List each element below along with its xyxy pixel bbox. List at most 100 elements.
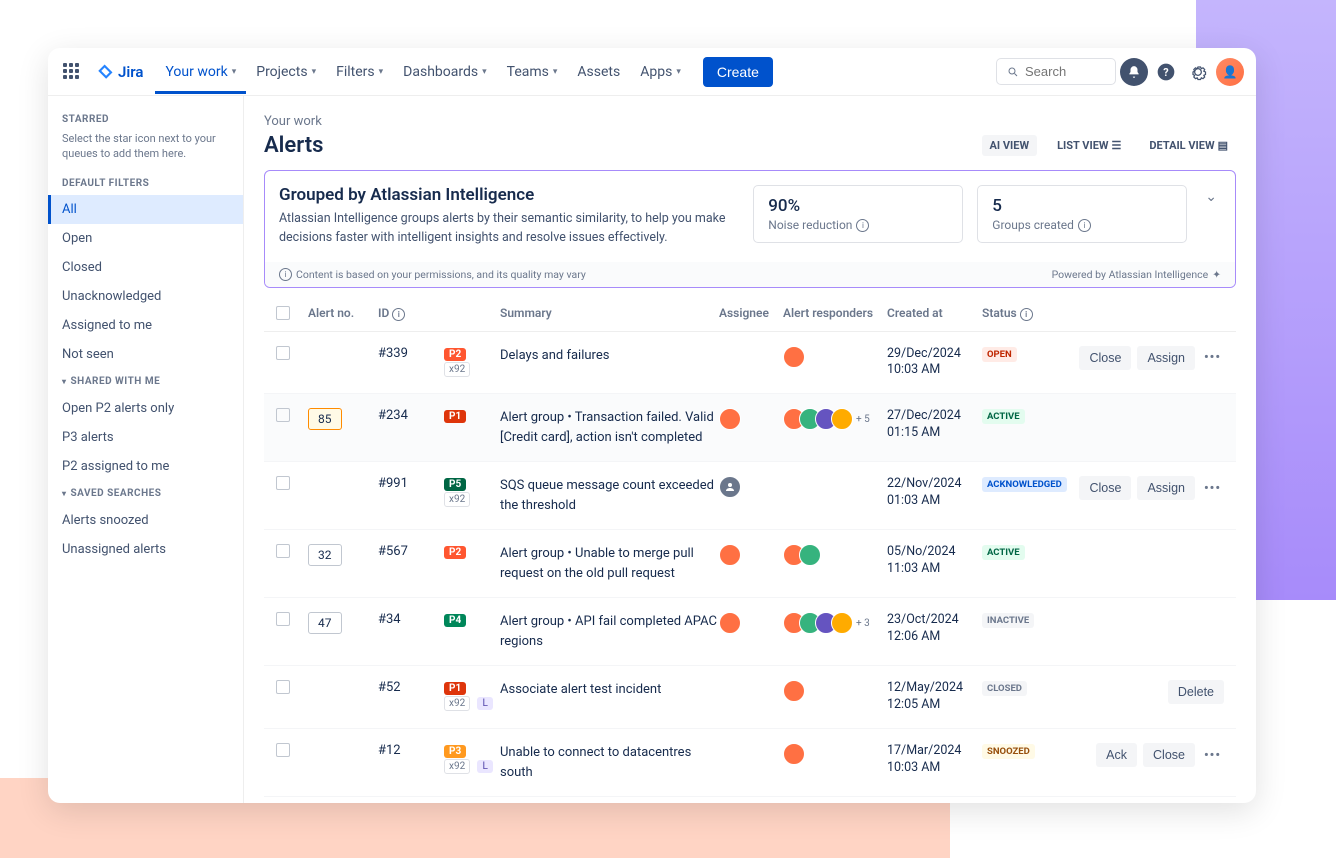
- ai-view-tab[interactable]: AI VIEW: [982, 135, 1038, 156]
- sidebar-item-unassigned-alerts[interactable]: Unassigned alerts: [48, 535, 243, 564]
- sidebar-item-closed[interactable]: Closed: [48, 253, 243, 282]
- col-id[interactable]: ID i: [378, 306, 444, 321]
- alert-summary[interactable]: SQS queue message count exceeded the thr…: [500, 476, 719, 515]
- shared-with-me-toggle[interactable]: ▾SHARED WITH ME: [48, 369, 243, 394]
- col-alert-no[interactable]: Alert no.: [308, 306, 378, 321]
- col-created[interactable]: Created at: [887, 306, 982, 321]
- sidebar-item-p2-assigned-to-me[interactable]: P2 assigned to me: [48, 452, 243, 481]
- nav-assets[interactable]: Assets: [567, 50, 630, 94]
- created-at: 05/No/202411:03 AM: [887, 544, 982, 578]
- responder-avatar[interactable]: [783, 346, 805, 368]
- responder-avatar[interactable]: [783, 680, 805, 702]
- select-all-checkbox[interactable]: [276, 306, 290, 320]
- sidebar-item-open-p2-alerts-only[interactable]: Open P2 alerts only: [48, 394, 243, 423]
- alert-summary[interactable]: Alert group • API fail completed APAC re…: [500, 612, 719, 651]
- user-avatar[interactable]: 👤: [1216, 58, 1244, 86]
- settings-icon[interactable]: [1184, 58, 1212, 86]
- more-actions-icon[interactable]: •••: [1201, 478, 1224, 499]
- table-row[interactable]: 47 #34 P4 Alert group • API fail complet…: [264, 598, 1236, 666]
- alert-summary[interactable]: Delays and failures: [500, 346, 719, 366]
- nav-projects[interactable]: Projects▾: [246, 50, 326, 94]
- alert-summary[interactable]: Unable to connect to datacentres south: [500, 743, 719, 782]
- jira-logo[interactable]: Jira: [96, 63, 143, 81]
- responder-avatar[interactable]: [831, 408, 853, 430]
- alert-count: 85: [308, 408, 342, 430]
- close-button[interactable]: Close: [1079, 476, 1131, 500]
- row-checkbox[interactable]: [276, 743, 290, 757]
- assign-button[interactable]: Assign: [1137, 346, 1195, 370]
- unassigned-icon[interactable]: [719, 476, 741, 498]
- sidebar-item-not-seen[interactable]: Not seen: [48, 340, 243, 369]
- delete-button[interactable]: Delete: [1168, 680, 1224, 704]
- col-responders[interactable]: Alert responders: [783, 306, 887, 321]
- table-row[interactable]: 32 #567 P2 Alert group • Unable to merge…: [264, 530, 1236, 598]
- status-badge: ACKNOWLEDGED: [982, 477, 1067, 492]
- sidebar-item-all[interactable]: All: [48, 195, 243, 224]
- row-checkbox[interactable]: [276, 346, 290, 360]
- detail-view-tab[interactable]: DETAIL VIEW ▤: [1141, 135, 1236, 156]
- list-view-tab[interactable]: LIST VIEW ☰: [1049, 135, 1129, 156]
- row-checkbox[interactable]: [276, 680, 290, 694]
- assign-button[interactable]: Assign: [1137, 476, 1195, 500]
- sidebar-item-unacknowledged[interactable]: Unacknowledged: [48, 282, 243, 311]
- responder-avatar[interactable]: [783, 743, 805, 765]
- nav-filters[interactable]: Filters▾: [326, 50, 393, 94]
- assignee-avatar[interactable]: [719, 544, 741, 566]
- row-checkbox[interactable]: [276, 544, 290, 558]
- nav-dashboards[interactable]: Dashboards▾: [393, 50, 496, 94]
- l-badge: L: [477, 697, 492, 710]
- app-switcher-icon[interactable]: [60, 60, 84, 84]
- alert-summary[interactable]: Alert group • Transaction failed. Valid …: [500, 408, 719, 447]
- row-checkbox[interactable]: [276, 408, 290, 422]
- create-button[interactable]: Create: [703, 57, 773, 87]
- sidebar-item-assigned-to-me[interactable]: Assigned to me: [48, 311, 243, 340]
- info-icon[interactable]: i: [392, 308, 405, 321]
- search-box[interactable]: [996, 58, 1116, 85]
- close-button[interactable]: Close: [1143, 743, 1195, 767]
- more-actions-icon[interactable]: •••: [1201, 745, 1224, 766]
- help-icon[interactable]: ?: [1152, 58, 1180, 86]
- table-row[interactable]: 85 #234 P1 Alert group • Transaction fai…: [264, 394, 1236, 462]
- alert-id: #12: [378, 743, 444, 758]
- table-row[interactable]: #339 P2 x92 Delays and failures 29/Dec/2…: [264, 332, 1236, 395]
- col-status[interactable]: Status i: [982, 306, 1074, 321]
- info-icon[interactable]: i: [856, 219, 869, 232]
- table-header: Alert no. ID i Summary Assignee Alert re…: [264, 296, 1236, 332]
- info-icon[interactable]: i: [1020, 308, 1033, 321]
- sidebar-item-open[interactable]: Open: [48, 224, 243, 253]
- ack-button[interactable]: Ack: [1096, 743, 1137, 767]
- nav-teams[interactable]: Teams▾: [497, 50, 568, 94]
- assignee-avatar[interactable]: [719, 612, 741, 634]
- table-row[interactable]: #52 P1 x92 L Associate alert test incide…: [264, 666, 1236, 729]
- breadcrumb[interactable]: Your work: [264, 114, 1236, 129]
- responder-avatar[interactable]: [799, 544, 821, 566]
- responders-more[interactable]: + 5: [856, 414, 870, 425]
- nav-apps[interactable]: Apps▾: [630, 50, 691, 94]
- view-switcher: AI VIEW LIST VIEW ☰ DETAIL VIEW ▤: [982, 135, 1236, 156]
- close-button[interactable]: Close: [1079, 346, 1131, 370]
- col-summary[interactable]: Summary: [500, 306, 719, 321]
- sidebar-item-alerts-snoozed[interactable]: Alerts snoozed: [48, 506, 243, 535]
- notifications-icon[interactable]: [1120, 58, 1148, 86]
- status-badge: ACTIVE: [982, 409, 1025, 424]
- count-badge: x92: [444, 362, 470, 377]
- sidebar-item-p3-alerts[interactable]: P3 alerts: [48, 423, 243, 452]
- row-checkbox[interactable]: [276, 476, 290, 490]
- col-assignee[interactable]: Assignee: [719, 306, 783, 321]
- more-actions-icon[interactable]: •••: [1201, 347, 1224, 368]
- collapse-panel-icon[interactable]: ⌄: [1201, 185, 1221, 209]
- search-input[interactable]: [1025, 64, 1105, 79]
- responder-avatar[interactable]: [831, 612, 853, 634]
- assignee-avatar[interactable]: [719, 408, 741, 430]
- table-row[interactable]: #12 P3 x92 L Unable to connect to datace…: [264, 729, 1236, 797]
- table-row[interactable]: #991 P5 x92 SQS queue message count exce…: [264, 462, 1236, 530]
- info-icon[interactable]: i: [1078, 219, 1091, 232]
- alert-summary[interactable]: Associate alert test incident: [500, 680, 719, 700]
- alert-summary[interactable]: Alert group • Unable to merge pull reque…: [500, 544, 719, 583]
- nav-your-work[interactable]: Your work▾: [155, 50, 246, 94]
- starred-help: Select the star icon next to your queues…: [48, 131, 243, 172]
- row-checkbox[interactable]: [276, 612, 290, 626]
- responders-more[interactable]: + 3: [856, 618, 870, 629]
- saved-searches-toggle[interactable]: ▾SAVED SEARCHES: [48, 481, 243, 506]
- created-at: 27/Dec/202401:15 AM: [887, 408, 982, 442]
